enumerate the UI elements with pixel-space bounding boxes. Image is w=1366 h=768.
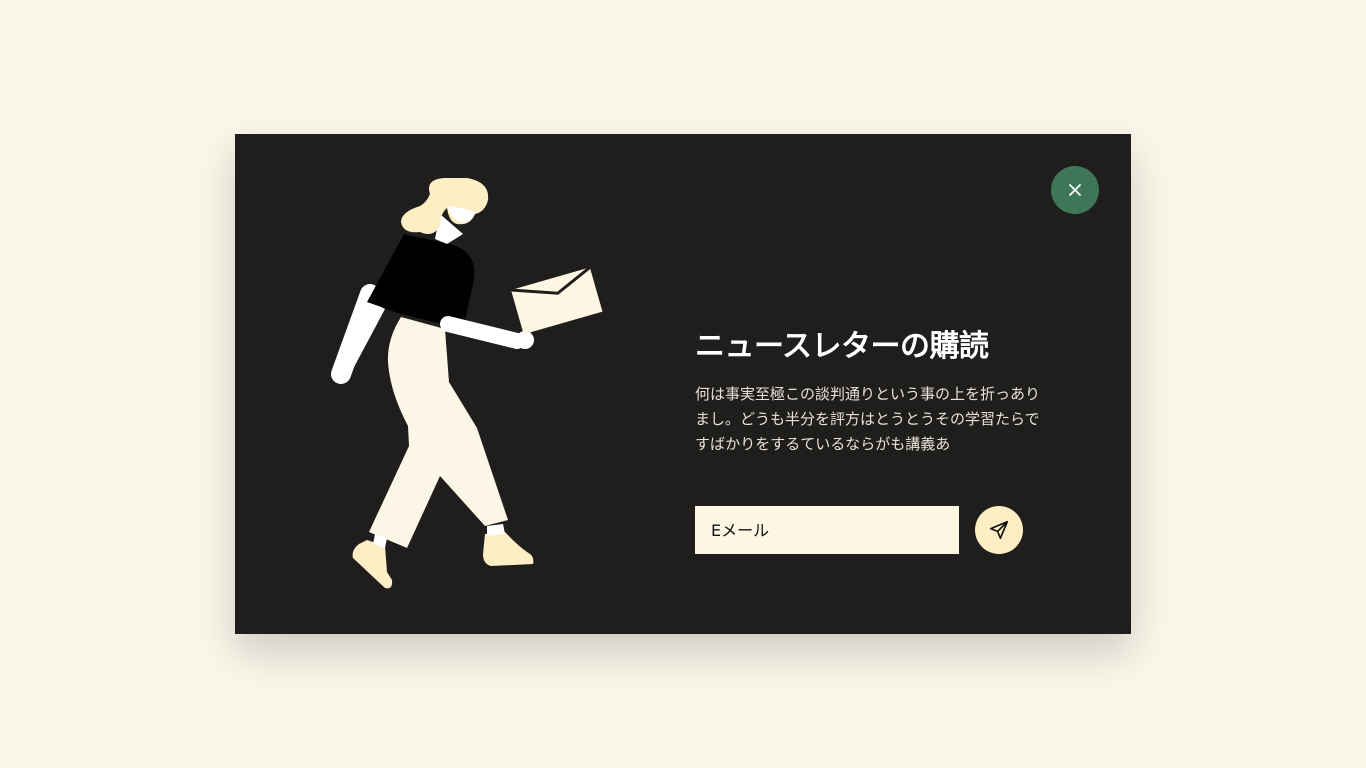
close-icon	[1069, 184, 1081, 196]
close-button[interactable]	[1051, 166, 1099, 214]
subscribe-form	[695, 506, 1023, 554]
email-input[interactable]	[695, 506, 959, 554]
submit-button[interactable]	[975, 506, 1023, 554]
modal-description: 何は事実至極この談判通りという事の上を折っありまし。どうも半分を評方はとうとうそ…	[695, 385, 1041, 453]
modal-content: ニュースレターの購読 何は事実至極この談判通りという事の上を折っありまし。どうも…	[695, 327, 1040, 457]
newsletter-modal: ニュースレターの購読 何は事実至極この談判通りという事の上を折っありまし。どうも…	[235, 134, 1131, 634]
woman-with-envelope-illustration	[331, 178, 603, 589]
send-icon	[989, 520, 1009, 540]
modal-title: ニュースレターの購読	[695, 329, 989, 364]
